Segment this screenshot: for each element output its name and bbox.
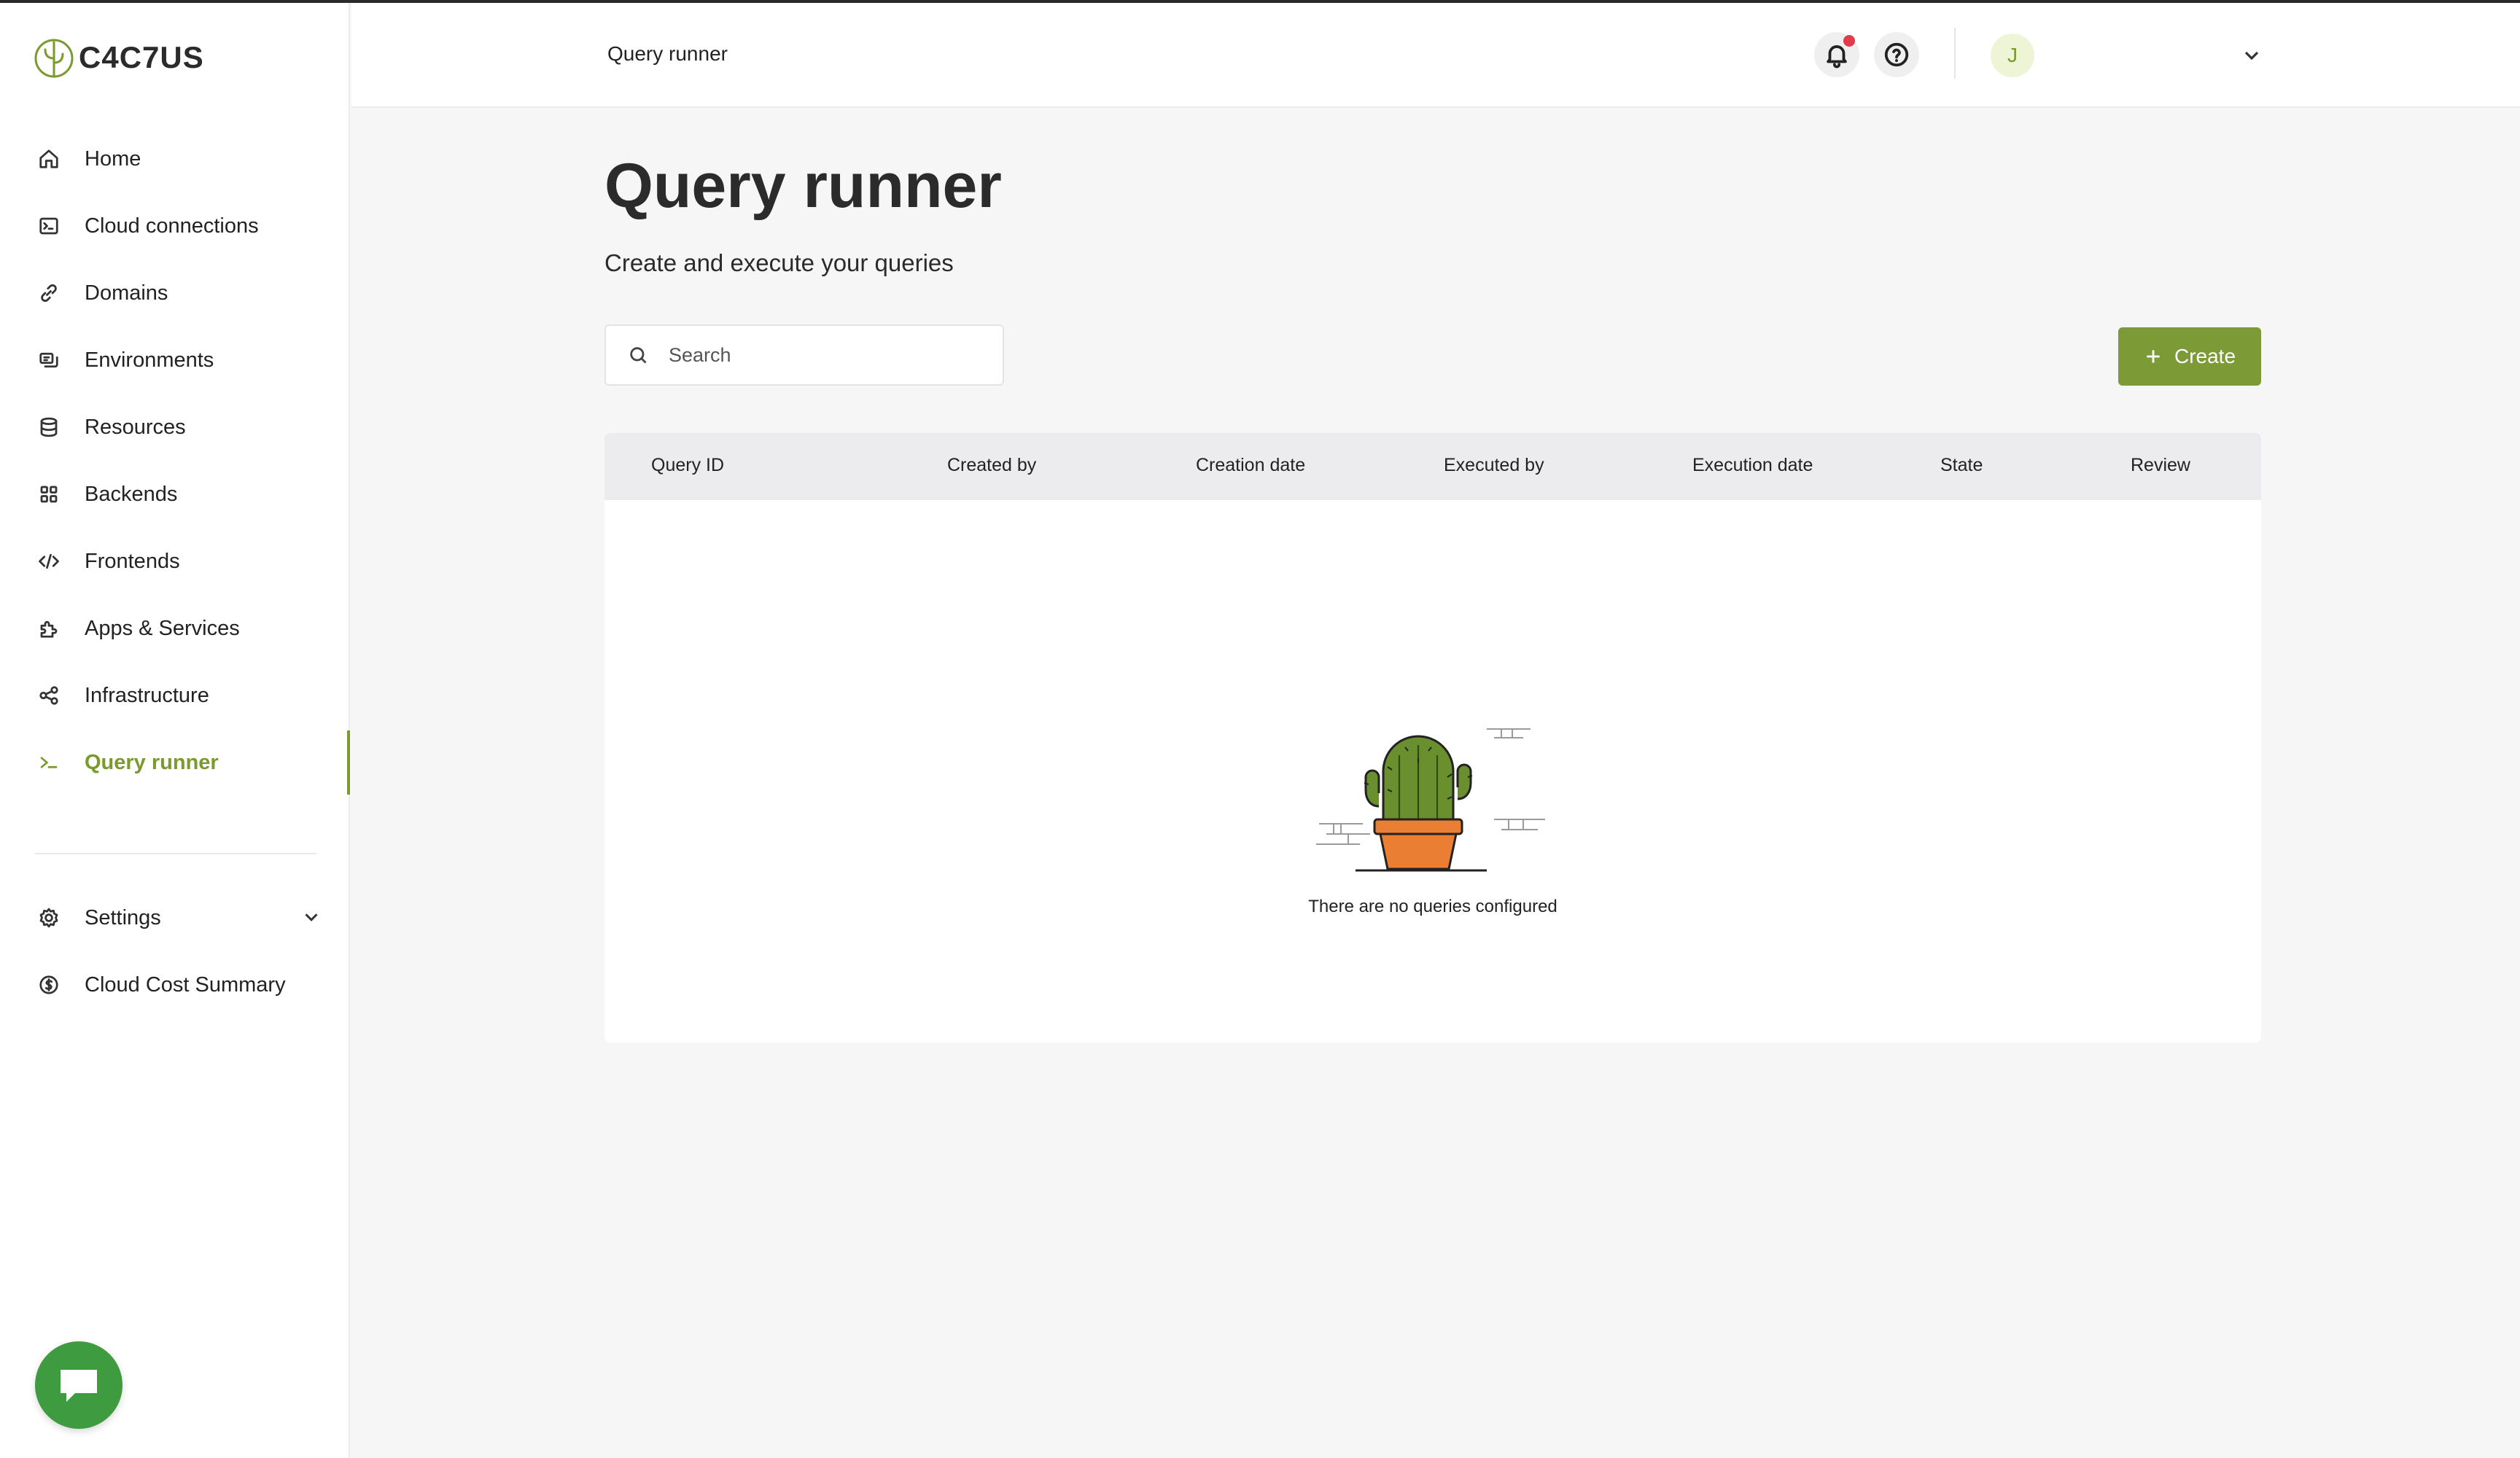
column-header-query-id[interactable]: Query ID xyxy=(651,455,724,476)
column-header-creation-date[interactable]: Creation date xyxy=(1196,455,1305,476)
terminal-box-icon xyxy=(36,214,61,238)
question-circle-icon xyxy=(1884,42,1909,67)
sidebar-item-backends[interactable]: Backends xyxy=(0,461,350,528)
window-top-border xyxy=(0,0,2520,3)
empty-state: There are no queries configured xyxy=(604,500,2261,1042)
notification-badge xyxy=(1843,35,1855,47)
sidebar-item-label: Domains xyxy=(85,281,168,305)
sidebar-item-label: Query runner xyxy=(85,750,219,774)
sidebar-item-label: Settings xyxy=(85,905,161,929)
sidebar-item-environments[interactable]: Environments xyxy=(0,327,350,394)
help-button[interactable] xyxy=(1874,32,1919,77)
sidebar-item-cloud-cost-summary[interactable]: Cloud Cost Summary xyxy=(0,951,350,1018)
user-avatar[interactable]: J xyxy=(1991,34,2034,77)
page-subtitle: Create and execute your queries xyxy=(604,249,954,276)
breadcrumb: Query runner xyxy=(607,42,728,65)
gear-icon xyxy=(36,905,61,930)
create-button[interactable]: Create xyxy=(2118,327,2261,386)
sidebar-item-label: Apps & Services xyxy=(85,616,240,640)
environments-icon xyxy=(36,348,61,373)
search-box xyxy=(604,324,1004,386)
sidebar-item-label: Cloud connections xyxy=(85,214,259,238)
queries-table: Query ID Created by Creation date Execut… xyxy=(604,433,2261,1042)
sidebar-item-settings[interactable]: Settings xyxy=(0,884,350,951)
top-bar: Query runner J xyxy=(351,3,2520,108)
sidebar-item-query-runner[interactable]: Query runner xyxy=(0,729,350,796)
sidebar-item-home[interactable]: Home xyxy=(0,125,350,192)
sidebar-bottom-nav: Settings Cloud Cost Summary xyxy=(0,884,350,1018)
chat-support-button[interactable] xyxy=(35,1341,122,1429)
create-button-label: Create xyxy=(2174,345,2236,367)
sidebar-item-label: Frontends xyxy=(85,549,180,573)
cactus-logo-icon xyxy=(34,39,74,78)
sidebar-item-infrastructure[interactable]: Infrastructure xyxy=(0,662,350,729)
sidebar-item-apps-services[interactable]: Apps & Services xyxy=(0,595,350,662)
sidebar-item-label: Environments xyxy=(85,348,214,372)
code-icon xyxy=(36,549,61,574)
link-icon xyxy=(36,281,61,305)
page-title: Query runner xyxy=(604,151,1002,221)
sidebar-divider xyxy=(35,853,316,854)
sidebar-item-label: Infrastructure xyxy=(85,683,209,707)
sidebar-item-domains[interactable]: Domains xyxy=(0,260,350,327)
share-nodes-icon xyxy=(36,683,61,708)
notifications-button[interactable] xyxy=(1814,32,1859,77)
sidebar-item-label: Cloud Cost Summary xyxy=(85,972,286,997)
sidebar: C4C7US Home Cloud connections Domains En… xyxy=(0,0,350,1458)
sidebar-item-label: Home xyxy=(85,147,141,171)
table-header: Query ID Created by Creation date Execut… xyxy=(604,433,2261,500)
dollar-circle-icon xyxy=(36,972,61,997)
topbar-divider xyxy=(1954,28,1956,79)
sidebar-item-resources[interactable]: Resources xyxy=(0,394,350,461)
cactus-illustration-icon xyxy=(1316,728,1545,872)
sidebar-item-label: Backends xyxy=(85,482,178,506)
chevron-down-icon[interactable] xyxy=(300,906,322,928)
sidebar-item-cloud-connections[interactable]: Cloud connections xyxy=(0,192,350,260)
search-icon xyxy=(630,347,647,364)
sidebar-nav: Home Cloud connections Domains Environme… xyxy=(0,125,350,796)
column-header-executed-by[interactable]: Executed by xyxy=(1444,455,1544,476)
user-menu-chevron-down-icon[interactable] xyxy=(2240,44,2263,67)
grid-icon xyxy=(36,482,61,507)
chat-bubble-icon xyxy=(61,1370,97,1402)
home-icon xyxy=(36,147,61,171)
empty-state-text: There are no queries configured xyxy=(1308,897,1558,916)
database-icon xyxy=(36,415,61,440)
search-input[interactable] xyxy=(669,343,975,367)
column-header-state[interactable]: State xyxy=(1940,455,1983,476)
column-header-created-by[interactable]: Created by xyxy=(947,455,1036,476)
column-header-review[interactable]: Review xyxy=(2131,455,2190,476)
sidebar-item-label: Resources xyxy=(85,415,186,439)
prompt-icon xyxy=(36,750,61,775)
column-header-execution-date[interactable]: Execution date xyxy=(1692,455,1813,476)
logo[interactable]: C4C7US xyxy=(34,36,204,79)
logo-text: C4C7US xyxy=(79,40,204,74)
sidebar-item-frontends[interactable]: Frontends xyxy=(0,528,350,595)
puzzle-icon xyxy=(36,616,61,641)
plus-icon xyxy=(2147,350,2160,363)
